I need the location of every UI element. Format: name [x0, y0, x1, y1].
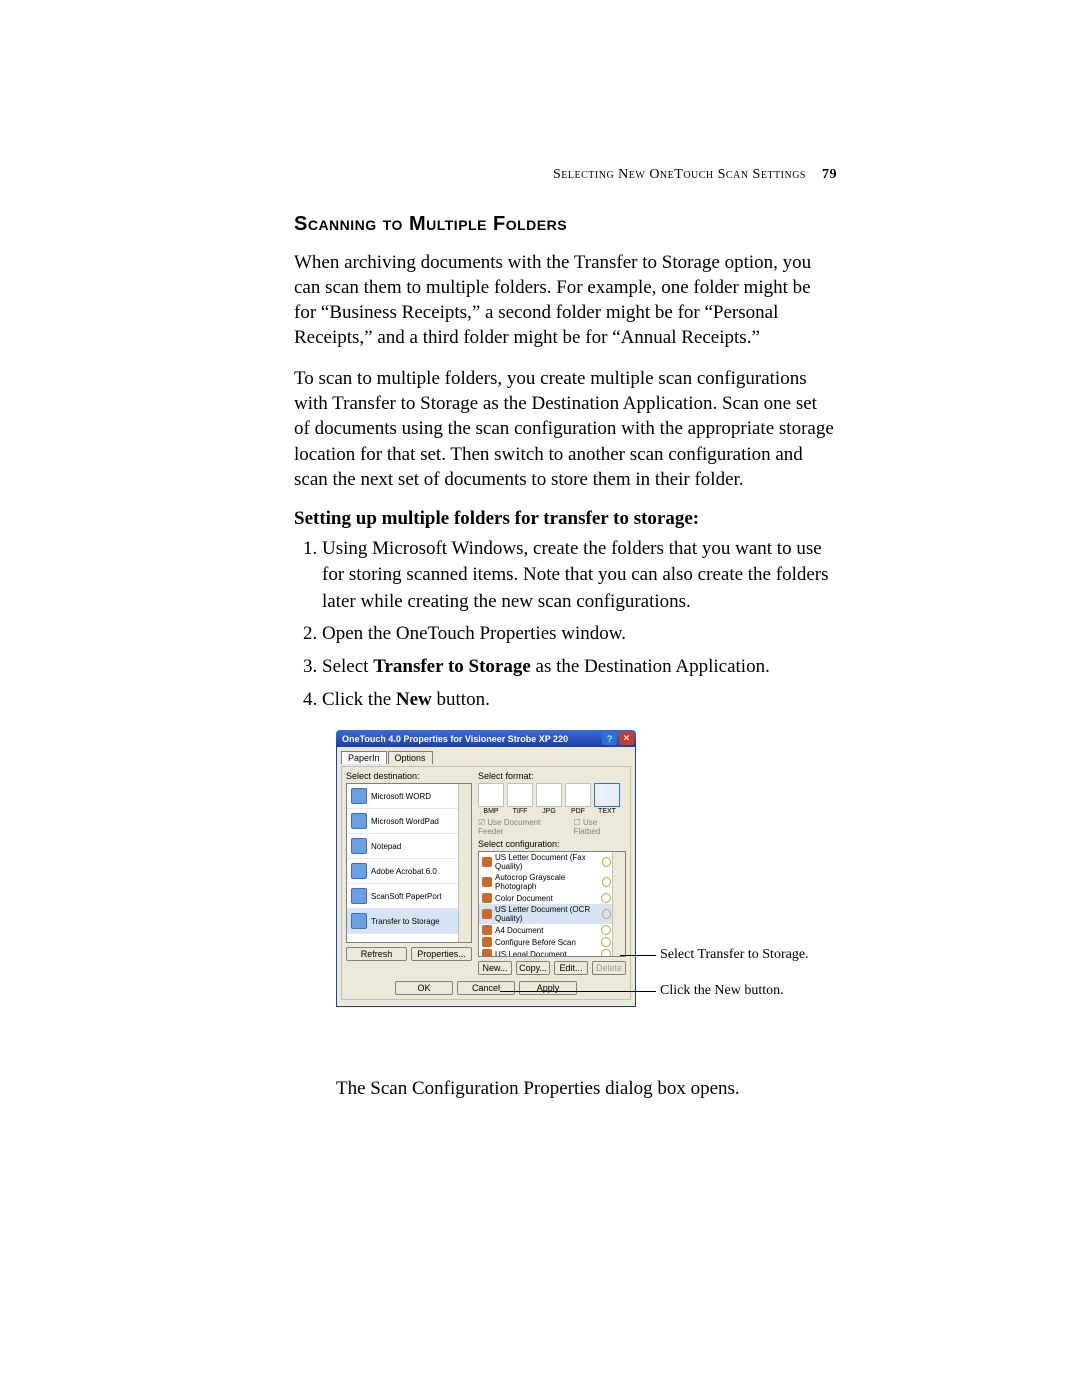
- callout-text: Select Transfer to Storage.: [660, 947, 809, 962]
- tab-options[interactable]: Options: [388, 751, 433, 764]
- dest-item: Microsoft WORD: [347, 784, 471, 809]
- apply-button[interactable]: Apply: [519, 981, 577, 995]
- config-item: Color Document: [479, 892, 625, 904]
- dest-item: Microsoft WordPad: [347, 809, 471, 834]
- new-button[interactable]: New...: [478, 961, 512, 975]
- help-button[interactable]: ?: [602, 732, 617, 745]
- app-icon: [351, 913, 367, 929]
- body-column: Scanning to Multiple Folders When archiv…: [294, 213, 834, 719]
- text: Click the: [322, 689, 396, 710]
- ok-button[interactable]: OK: [395, 981, 453, 995]
- doc-icon: [482, 857, 492, 867]
- cancel-button[interactable]: Cancel: [457, 981, 515, 995]
- destination-list[interactable]: Microsoft WORD Microsoft WordPad Notepad…: [346, 783, 472, 943]
- doc-icon: [482, 893, 492, 903]
- config-item: Autocrop Grayscale Photograph: [479, 872, 625, 892]
- dialog-body: PaperIn Options Select destination: Micr…: [336, 747, 636, 1007]
- close-button[interactable]: ✕: [619, 732, 634, 745]
- tab-panel: Select destination: Microsoft WORD Micro…: [341, 766, 631, 1000]
- section-heading: Scanning to Multiple Folders: [294, 213, 834, 236]
- titlebar: OneTouch 4.0 Properties for Visioneer St…: [336, 730, 636, 747]
- edit-button[interactable]: Edit...: [554, 961, 588, 975]
- lock-icon: [602, 909, 611, 919]
- dialog-screenshot: OneTouch 4.0 Properties for Visioneer St…: [336, 730, 636, 1007]
- chk-flatbed[interactable]: Use Flatbed: [574, 818, 626, 836]
- callout-new: Click the New button.: [660, 983, 784, 999]
- app-icon: [351, 838, 367, 854]
- dest-item: ScanSoft PaperPort: [347, 884, 471, 909]
- callout-text: Click the New button.: [660, 983, 784, 998]
- format-jpg[interactable]: [536, 783, 562, 807]
- after-paragraph: The Scan Configuration Properties dialog…: [336, 1078, 740, 1100]
- step-item: Open the OneTouch Properties window.: [322, 621, 834, 648]
- label-config: Select configuration:: [478, 839, 626, 849]
- lock-icon: [602, 877, 611, 887]
- step-item: Select Transfer to Storage as the Destin…: [322, 654, 834, 681]
- tab-strip: PaperIn Options: [341, 751, 631, 764]
- step-list: Using Microsoft Windows, create the fold…: [294, 536, 834, 714]
- chk-feeder[interactable]: Use Document Feeder: [478, 818, 568, 836]
- label-format: Select format:: [478, 771, 626, 781]
- dest-item: Adobe Acrobat 6.0: [347, 859, 471, 884]
- refresh-button[interactable]: Refresh: [346, 947, 407, 961]
- text: Select: [322, 656, 373, 677]
- scrollbar[interactable]: [458, 784, 471, 942]
- lock-icon: [602, 857, 611, 867]
- subheading: Setting up multiple folders for transfer…: [294, 508, 834, 530]
- page-number: 79: [822, 167, 837, 182]
- format-text[interactable]: [594, 783, 620, 807]
- properties-button[interactable]: Properties...: [411, 947, 472, 961]
- text: as the Destination Application.: [531, 656, 770, 677]
- format-tiff[interactable]: [507, 783, 533, 807]
- bold-text: New: [396, 689, 432, 710]
- paragraph: To scan to multiple folders, you create …: [294, 366, 834, 491]
- bold-text: Transfer to Storage: [373, 656, 531, 677]
- lock-icon: [601, 925, 611, 935]
- lock-icon: [601, 893, 611, 903]
- app-icon: [351, 813, 367, 829]
- doc-icon: [482, 909, 492, 919]
- format-labels: BMP TIFF JPG PDF TEXT: [478, 808, 626, 815]
- paragraph: When archiving documents with the Transf…: [294, 250, 834, 350]
- running-header: Selecting New OneTouch Scan Settings 79: [553, 167, 837, 183]
- doc-icon: [482, 877, 492, 887]
- label-destination: Select destination:: [346, 771, 472, 781]
- format-bmp[interactable]: [478, 783, 504, 807]
- dialog-title: OneTouch 4.0 Properties for Visioneer St…: [342, 734, 568, 744]
- config-item: US Letter Document (Fax Quality): [479, 852, 625, 872]
- delete-button[interactable]: Delete: [592, 961, 626, 975]
- config-list[interactable]: US Letter Document (Fax Quality) Autocro…: [478, 851, 626, 957]
- lock-icon: [601, 949, 611, 957]
- callout-transfer: Select Transfer to Storage.: [660, 947, 809, 963]
- format-row: [478, 783, 626, 807]
- step-item: Using Microsoft Windows, create the fold…: [322, 536, 834, 616]
- page: Selecting New OneTouch Scan Settings 79 …: [0, 0, 1080, 1397]
- step-item: Click the New button.: [322, 687, 834, 714]
- tab-paperin[interactable]: PaperIn: [341, 751, 387, 764]
- doc-icon: [482, 937, 492, 947]
- app-icon: [351, 888, 367, 904]
- dest-item-transfer-to-storage: Transfer to Storage: [347, 909, 471, 934]
- config-item: A4 Document: [479, 924, 625, 936]
- config-item: Configure Before Scan: [479, 936, 625, 948]
- config-item: US Letter Document (OCR Quality): [479, 904, 625, 924]
- app-icon: [351, 863, 367, 879]
- running-header-text: Selecting New OneTouch Scan Settings: [553, 167, 806, 182]
- scrollbar[interactable]: [612, 852, 625, 956]
- config-item: US Legal Document: [479, 948, 625, 957]
- doc-icon: [482, 925, 492, 935]
- dest-item: Notepad: [347, 834, 471, 859]
- feeder-options: Use Document Feeder Use Flatbed: [478, 818, 626, 836]
- app-icon: [351, 788, 367, 804]
- doc-icon: [482, 949, 492, 957]
- text: button.: [432, 689, 490, 710]
- copy-button[interactable]: Copy...: [516, 961, 550, 975]
- lock-icon: [601, 937, 611, 947]
- format-pdf[interactable]: [565, 783, 591, 807]
